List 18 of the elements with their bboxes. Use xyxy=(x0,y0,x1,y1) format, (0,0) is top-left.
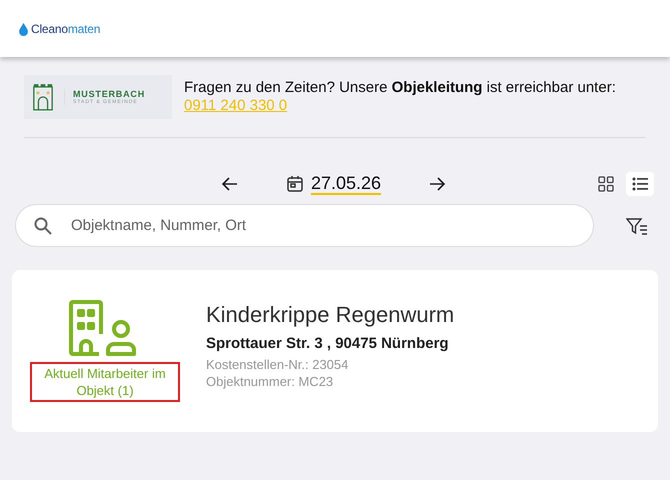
grid-icon xyxy=(598,176,614,192)
search-icon xyxy=(33,216,53,236)
object-card[interactable]: Aktuell Mitarbeiter im Objekt (1) Kinderkrippe Regenwurm Sprottauer Str. 3 , 90475 Nürnberg Kostenstellen-Nr.: 23054 Objektnummer: MC23 xyxy=(12,270,658,432)
staff-status: Aktuell Mitarbeiter im Objekt (1) xyxy=(30,362,180,402)
municipality-name: MUSTERBACH xyxy=(73,89,145,99)
logo-text: Cleanomaten xyxy=(31,22,100,36)
search-field[interactable]: Objektname, Nummer, Ort xyxy=(15,204,594,247)
object-name: Kinderkrippe Regenwurm xyxy=(206,302,454,328)
cost-center: Kostenstellen-Nr.: 23054 xyxy=(206,356,350,373)
object-address: Sprottauer Str. 3 , 90475 Nürnberg xyxy=(206,335,450,352)
tower-icon xyxy=(32,83,54,111)
date-field[interactable]: 27.05.26 xyxy=(311,173,382,195)
object-number: Objektnummer: MC23 xyxy=(206,373,334,390)
calendar-icon xyxy=(286,175,304,193)
list-view-button[interactable] xyxy=(626,172,654,196)
list-icon xyxy=(632,176,648,192)
contact-info: Fragen zu den Zeiten? Unsere Objekleitung ist erreichbar unter: xyxy=(184,79,616,97)
water-drop-icon xyxy=(18,22,29,36)
